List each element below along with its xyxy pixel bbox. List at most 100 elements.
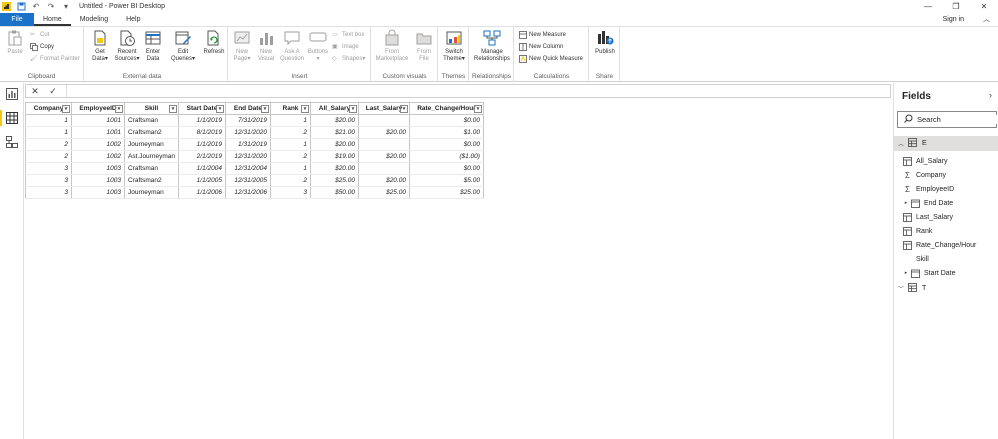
table-cell[interactable]: 2/1/2019: [178, 150, 226, 163]
column-header-start-date[interactable]: Start Date ▾: [177, 102, 226, 115]
table-cell[interactable]: $25.00: [310, 174, 359, 187]
table-cell[interactable]: 1: [25, 114, 72, 127]
column-header-last-salary[interactable]: Last_Salary ▾: [357, 102, 410, 115]
column-header-rate-change[interactable]: Rate_Change/Hour ▾: [408, 102, 484, 115]
table-cell[interactable]: $21.00: [310, 126, 359, 139]
table-cell[interactable]: 1: [270, 162, 311, 175]
field-item[interactable]: Last_Salary: [894, 210, 998, 224]
table-cell[interactable]: [358, 114, 410, 127]
new-page-button[interactable]: New Page▾: [231, 29, 253, 63]
table-cell[interactable]: 1/1/2004: [178, 162, 226, 175]
table-cell[interactable]: $5.00: [409, 174, 484, 187]
chevron-up-icon[interactable]: ︿: [896, 139, 906, 148]
column-header-rank[interactable]: Rank ▾: [269, 102, 311, 115]
table-cell[interactable]: Journeyman: [124, 138, 179, 151]
copy-button[interactable]: Copy: [30, 42, 54, 51]
tab-modeling[interactable]: Modeling: [71, 13, 117, 26]
fields-table-e[interactable]: ︿ E: [894, 136, 998, 151]
new-quick-measure-button[interactable]: New Quick Measure: [519, 54, 583, 63]
table-cell[interactable]: 1: [270, 138, 311, 151]
field-item[interactable]: Σ EmployeeID: [894, 182, 998, 196]
field-item[interactable]: ▸ Start Date: [894, 266, 998, 280]
field-item[interactable]: ▸ End Date: [894, 196, 998, 210]
column-header-employeeid[interactable]: EmployeeID ▾: [71, 102, 125, 115]
table-cell[interactable]: Craftsman2: [124, 174, 179, 187]
table-cell[interactable]: 1/1/2019: [178, 114, 226, 127]
table-cell[interactable]: Journeyman: [124, 186, 179, 199]
field-item[interactable]: Σ Company: [894, 168, 998, 182]
table-cell[interactable]: 2: [270, 174, 311, 187]
new-visual-button[interactable]: New Visual: [255, 29, 277, 63]
field-item[interactable]: All_Salary: [894, 154, 998, 168]
manage-relationships-button[interactable]: Manage Relationships: [472, 29, 512, 63]
switch-theme-button[interactable]: Switch Theme▾: [441, 29, 467, 63]
formula-input[interactable]: [66, 85, 890, 97]
filter-dropdown-icon[interactable]: ▾: [115, 105, 123, 113]
get-data-button[interactable]: Get Data▾: [88, 29, 112, 63]
enter-data-button[interactable]: Enter Data: [142, 29, 164, 63]
filter-dropdown-icon[interactable]: ▾: [260, 105, 269, 113]
table-cell[interactable]: 2: [25, 150, 72, 163]
table-cell[interactable]: 2: [25, 138, 72, 151]
publish-button[interactable]: Publish: [592, 29, 618, 56]
table-cell[interactable]: Ast.Journeyman: [124, 150, 179, 163]
table-cell[interactable]: 1003: [71, 174, 125, 187]
paste-button[interactable]: Paste: [4, 29, 26, 56]
table-cell[interactable]: 1: [25, 126, 72, 139]
new-column-button[interactable]: New Column: [519, 42, 563, 51]
model-view-button[interactable]: [0, 131, 24, 153]
table-cell[interactable]: 1/1/2019: [178, 138, 226, 151]
filter-dropdown-icon[interactable]: ▾: [399, 105, 408, 113]
table-cell[interactable]: $50.00: [310, 186, 359, 199]
table-cell[interactable]: 3: [270, 186, 311, 199]
table-cell[interactable]: [358, 162, 410, 175]
table-cell[interactable]: 7/31/2019: [225, 114, 271, 127]
table-cell[interactable]: Craftsman: [124, 114, 179, 127]
data-view-button[interactable]: [0, 107, 24, 129]
from-marketplace-button[interactable]: From Marketplace: [374, 29, 410, 63]
minimize-icon[interactable]: —: [914, 0, 942, 13]
column-header-company[interactable]: Company ▾: [25, 102, 72, 115]
table-cell[interactable]: $0.00: [409, 162, 484, 175]
filter-dropdown-icon[interactable]: ▾: [62, 105, 70, 113]
expand-hierarchy-icon[interactable]: ▸: [902, 200, 910, 206]
table-cell[interactable]: 12/31/2006: [225, 186, 271, 199]
table-cell[interactable]: 1/31/2019: [225, 138, 271, 151]
table-cell[interactable]: $25.00: [409, 186, 484, 199]
report-view-button[interactable]: [0, 83, 24, 105]
table-cell[interactable]: 1003: [71, 186, 125, 199]
table-cell[interactable]: 12/31/2004: [225, 162, 271, 175]
cancel-formula-icon[interactable]: ✕: [26, 86, 44, 97]
cut-button[interactable]: ✂ Cut: [30, 30, 49, 39]
redo-icon[interactable]: ↷: [46, 2, 56, 12]
table-cell[interactable]: 12/31/2020: [225, 126, 271, 139]
table-cell[interactable]: 3: [25, 186, 72, 199]
table-cell[interactable]: $25.00: [358, 186, 410, 199]
table-cell[interactable]: 12/31/2020: [225, 150, 271, 163]
edit-queries-button[interactable]: Edit Queries▾: [169, 29, 197, 63]
table-cell[interactable]: 12/31/2005: [225, 174, 271, 187]
fields-table-t[interactable]: ﹀ T: [894, 281, 998, 296]
collapse-ribbon-icon[interactable]: ︿: [983, 13, 990, 27]
from-file-button[interactable]: From File: [412, 29, 436, 63]
restore-icon[interactable]: ❐: [942, 0, 970, 13]
table-cell[interactable]: $0.00: [409, 114, 484, 127]
fields-search-box[interactable]: [897, 111, 997, 128]
new-measure-button[interactable]: New Measure: [519, 30, 566, 39]
table-cell[interactable]: 3: [25, 162, 72, 175]
field-item[interactable]: Rank: [894, 224, 998, 238]
field-item[interactable]: Skill: [894, 252, 998, 266]
table-cell[interactable]: 2: [270, 126, 311, 139]
filter-dropdown-icon[interactable]: ▾: [300, 105, 309, 113]
close-icon[interactable]: ✕: [970, 0, 998, 13]
collapse-pane-icon[interactable]: ›: [989, 90, 992, 100]
fields-search-input[interactable]: [917, 115, 997, 124]
save-icon[interactable]: [16, 2, 26, 12]
table-cell[interactable]: $20.00: [310, 138, 359, 151]
quick-access-dropdown-icon[interactable]: ▾: [61, 2, 71, 12]
recent-sources-button[interactable]: Recent Sources▾: [113, 29, 141, 63]
refresh-button[interactable]: Refresh: [202, 29, 226, 56]
table-cell[interactable]: Craftsman2: [124, 126, 179, 139]
table-cell[interactable]: 1/1/2006: [178, 186, 226, 199]
text-box-button[interactable]: ▭ Text box: [332, 30, 364, 39]
